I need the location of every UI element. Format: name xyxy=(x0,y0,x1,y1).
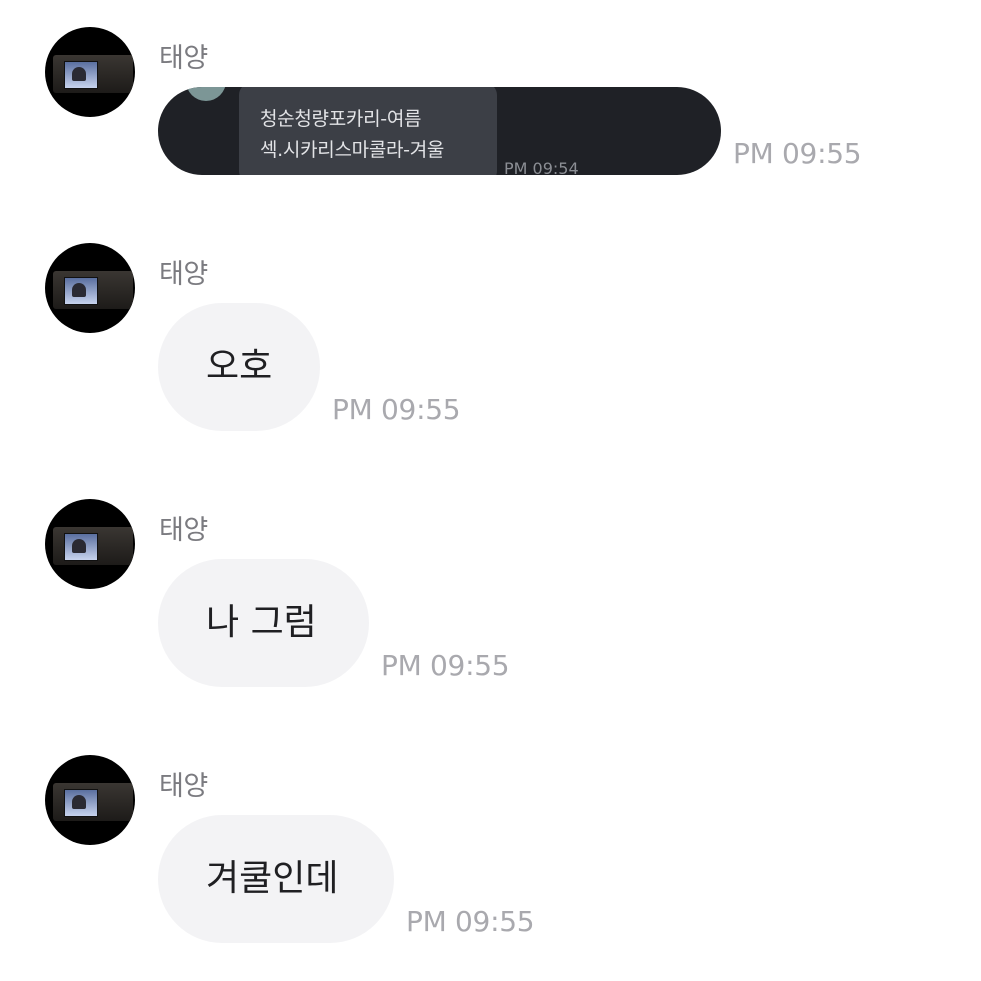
image-message[interactable]: 청순청량포카리-여름 섹.시카리스마콜라-겨울 PM 09:54 xyxy=(158,87,721,175)
message-bubble[interactable]: 나 그럼 xyxy=(158,559,369,687)
avatar-person-silhouette xyxy=(72,283,86,297)
avatar[interactable] xyxy=(45,499,135,589)
message-timestamp: PM 09:55 xyxy=(406,905,535,938)
message-timestamp: PM 09:55 xyxy=(733,137,862,170)
sender-name: 태양 xyxy=(159,43,208,74)
image-inner-timestamp: PM 09:54 xyxy=(504,159,579,175)
avatar-person-silhouette xyxy=(72,67,86,81)
avatar[interactable] xyxy=(45,755,135,845)
image-text-line: 청순청량포카리-여름 xyxy=(260,108,422,130)
message-bubble[interactable]: 오호 xyxy=(158,303,320,431)
sender-name: 태양 xyxy=(159,771,208,802)
avatar[interactable] xyxy=(45,243,135,333)
avatar[interactable] xyxy=(45,27,135,117)
avatar-person-silhouette xyxy=(72,795,86,809)
sender-name: 태양 xyxy=(159,259,208,290)
image-avatar-fragment xyxy=(186,87,226,101)
message-bubble[interactable]: 겨쿨인데 xyxy=(158,815,394,943)
avatar-person-silhouette xyxy=(72,539,86,553)
image-text-line: 섹.시카리스마콜라-겨울 xyxy=(260,139,445,161)
message-item: 태양 청순청량포카리-여름 섹.시카리스마콜라-겨울 PM 09:54 PM 0… xyxy=(0,0,981,200)
sender-name: 태양 xyxy=(159,515,208,546)
message-timestamp: PM 09:55 xyxy=(332,393,461,426)
message-timestamp: PM 09:55 xyxy=(381,649,510,682)
